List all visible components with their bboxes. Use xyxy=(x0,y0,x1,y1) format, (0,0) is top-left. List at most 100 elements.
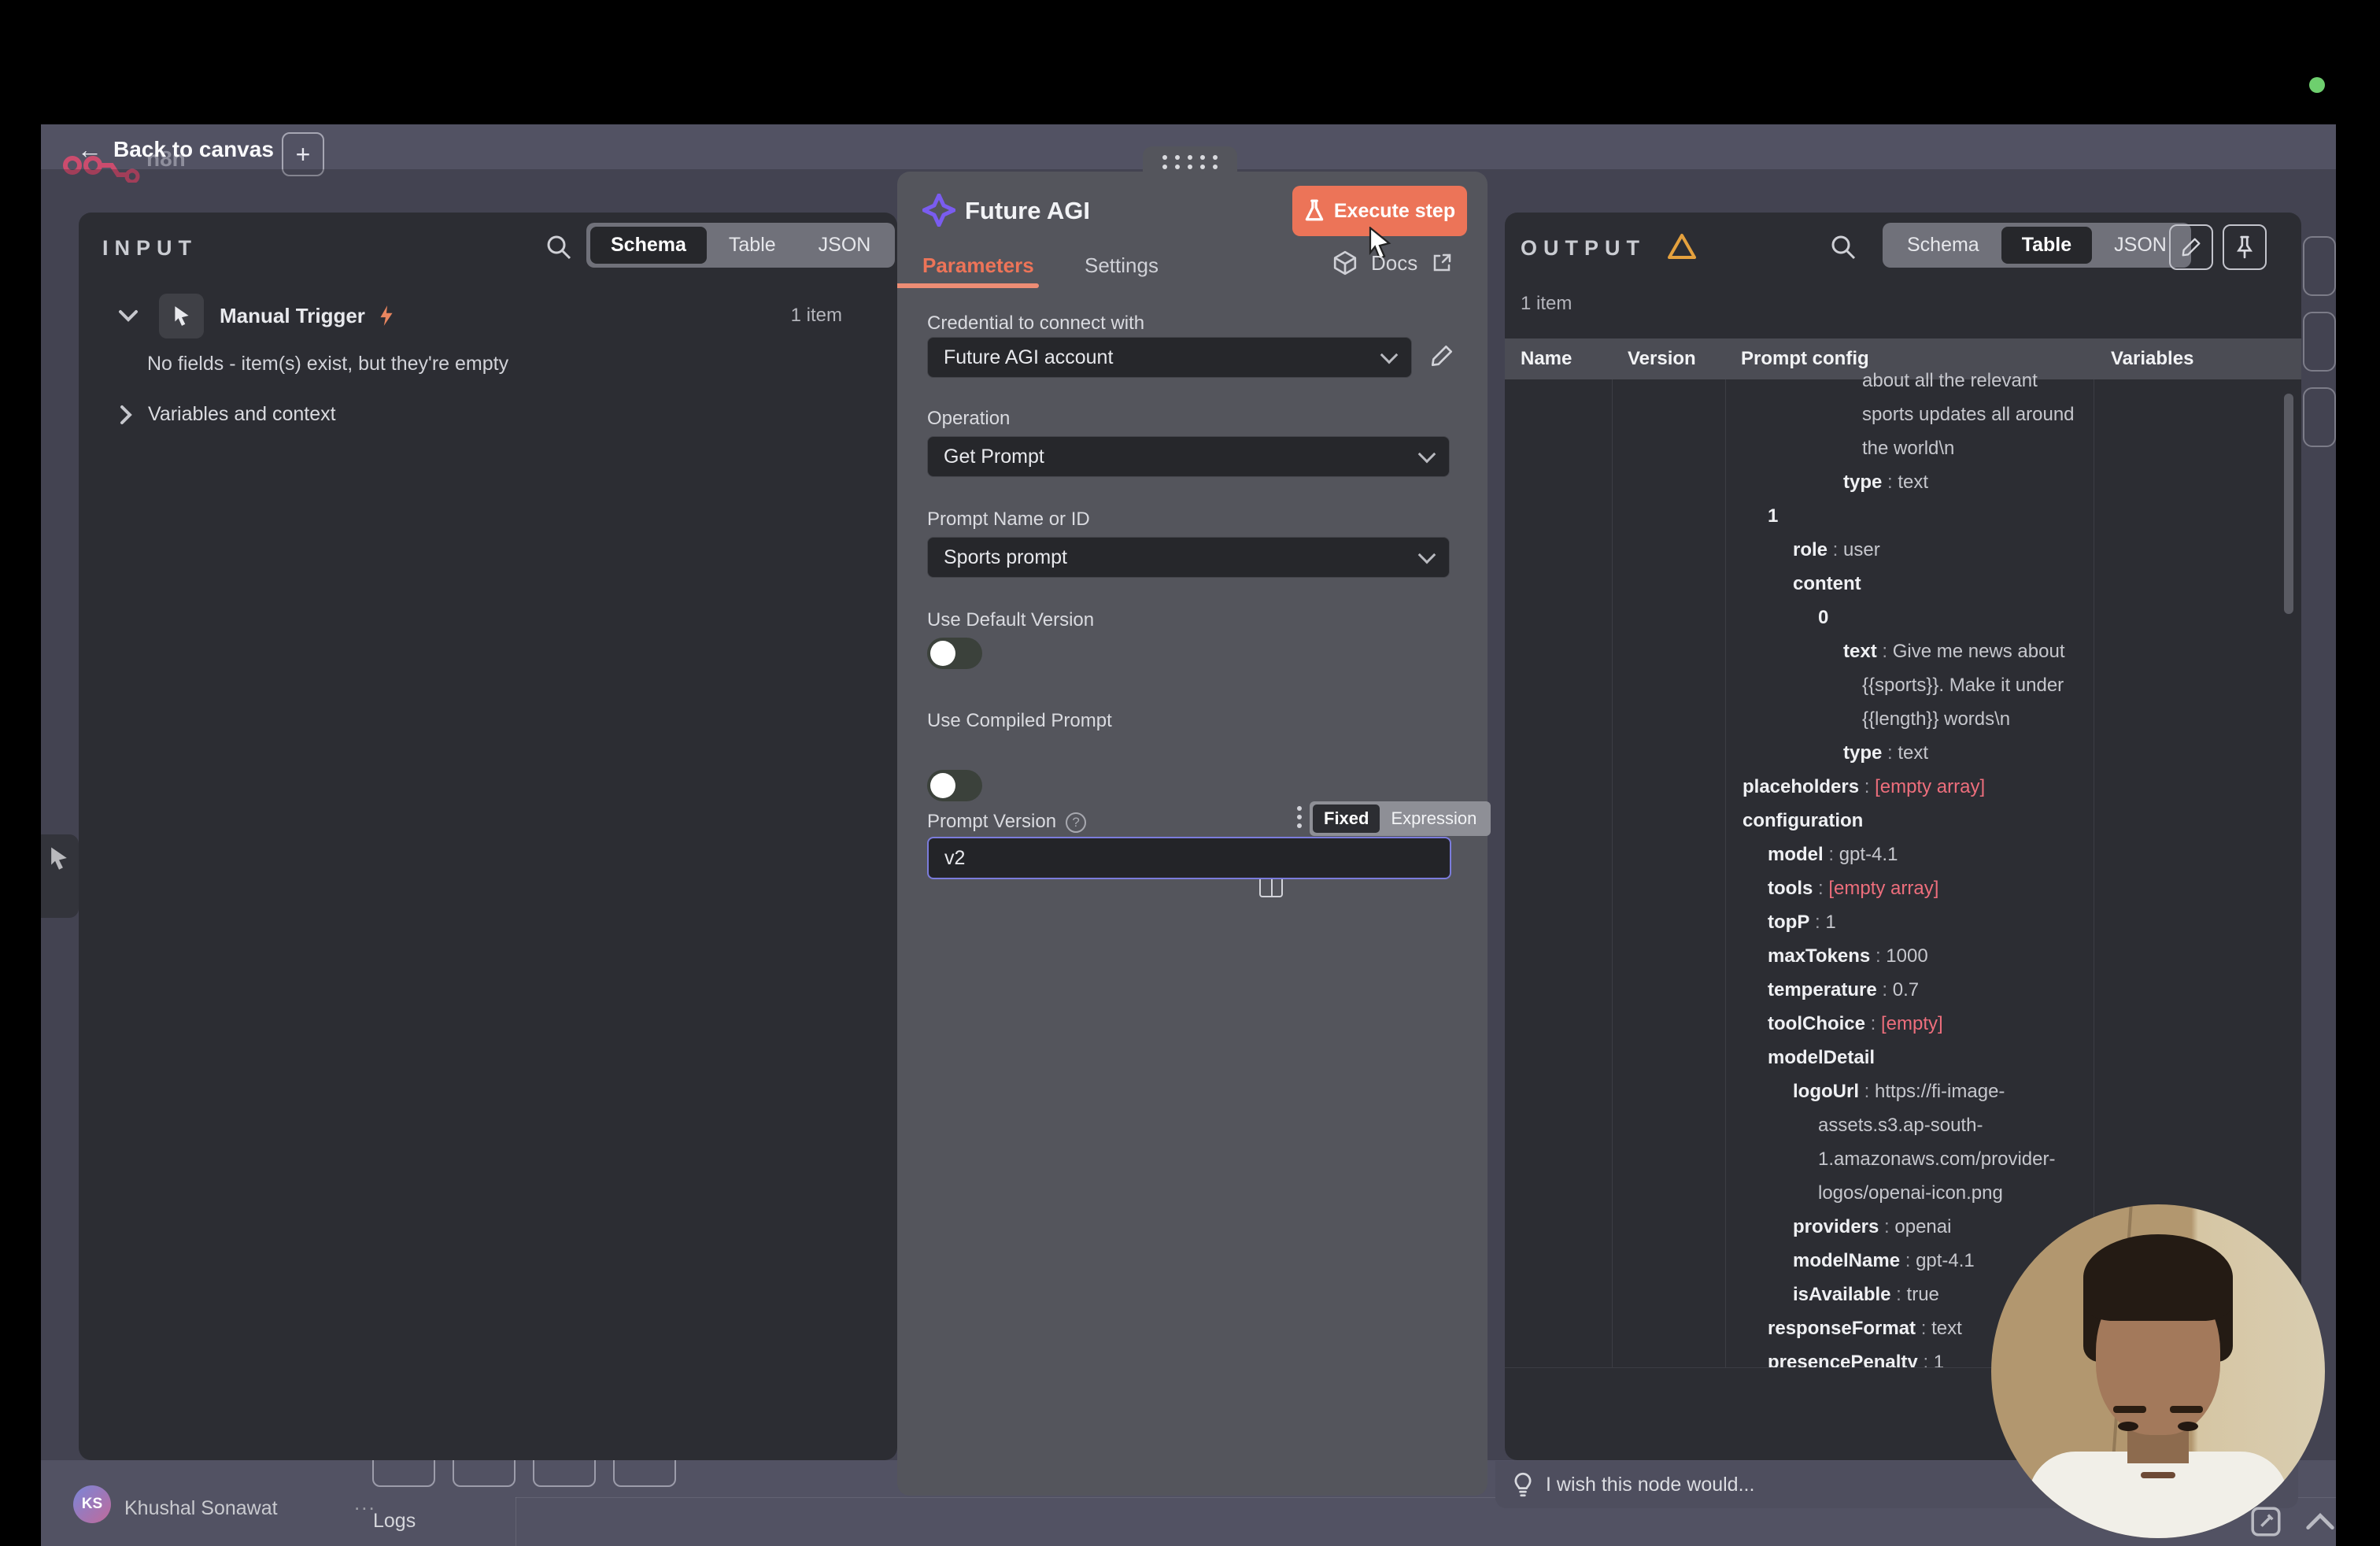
warning-triangle-icon xyxy=(1667,233,1697,260)
json-tree-line: temperature : 0.7 xyxy=(1735,973,2094,1007)
input-search-icon[interactable] xyxy=(545,233,573,261)
json-colon: : xyxy=(1882,742,1898,764)
input-tab-table[interactable]: Table xyxy=(708,227,796,264)
node-icon-future-agi xyxy=(922,194,955,227)
pencil-icon xyxy=(2182,238,2201,257)
prompt-config-cell[interactable]: about all the relevant sports updates all… xyxy=(1735,364,2094,1367)
output-panel-title: OUTPUT xyxy=(1521,236,1646,260)
mode-expression[interactable]: Expression xyxy=(1380,804,1488,833)
back-to-canvas-button[interactable]: ← Back to canvas xyxy=(77,134,274,165)
output-scrollbar-thumb[interactable] xyxy=(2284,394,2293,614)
json-colon: : xyxy=(1828,539,1844,560)
output-tab-schema[interactable]: Schema xyxy=(1887,227,2000,264)
kebab-menu-icon[interactable] xyxy=(1297,806,1302,832)
toggle-knob xyxy=(930,641,955,666)
json-colon: : xyxy=(1865,1013,1882,1034)
json-tree-line: providers : openai xyxy=(1735,1210,2094,1244)
json-tree-line: model : gpt-4.1 xyxy=(1735,838,2094,871)
json-value: true xyxy=(1906,1284,1939,1305)
json-value: the world\n xyxy=(1862,438,1955,459)
lightbulb-icon xyxy=(1514,1472,1532,1497)
person-eye xyxy=(2178,1422,2198,1431)
flask-icon xyxy=(1305,199,1324,221)
json-value: 1000 xyxy=(1886,945,1928,967)
prompt-name-select[interactable]: Sports prompt xyxy=(927,537,1450,578)
trigger-node-row[interactable]: Manual Trigger 1 item xyxy=(118,293,874,338)
logs-label[interactable]: Logs xyxy=(373,1510,416,1533)
toggle-knob xyxy=(930,773,955,798)
json-key: content xyxy=(1793,573,1861,594)
value-mode-switcher: Fixed Expression xyxy=(1310,801,1491,836)
json-tree-line: modelDetail xyxy=(1735,1041,2094,1074)
operation-label: Operation xyxy=(927,408,1011,429)
operation-select[interactable]: Get Prompt xyxy=(927,436,1450,477)
json-value: text xyxy=(1898,742,1929,764)
json-key: toolChoice xyxy=(1768,1013,1865,1034)
output-pin-button[interactable] xyxy=(2223,224,2267,270)
column-divider xyxy=(1612,379,1613,1367)
tab-parameters[interactable]: Parameters xyxy=(922,253,1034,278)
prompt-version-label: Prompt Version? xyxy=(927,811,1087,833)
use-default-version-toggle[interactable] xyxy=(927,638,982,669)
json-key: isAvailable xyxy=(1793,1284,1891,1305)
output-tab-table[interactable]: Table xyxy=(2001,227,2093,264)
json-key: model xyxy=(1768,844,1824,865)
input-view-switcher: Schema Table JSON xyxy=(586,223,896,268)
mode-fixed[interactable]: Fixed xyxy=(1313,804,1380,833)
chevron-down-icon xyxy=(1417,445,1436,464)
json-value: gpt-4.1 xyxy=(1916,1250,1975,1271)
json-colon: : xyxy=(1870,945,1887,967)
person-shirt xyxy=(2028,1452,2288,1538)
variables-and-context-row[interactable]: Variables and context xyxy=(120,403,336,426)
output-search-icon[interactable] xyxy=(1829,233,1857,261)
json-value: user xyxy=(1843,539,1880,560)
json-tree-line: {{length}} words\n xyxy=(1735,702,2094,736)
credential-select[interactable]: Future AGI account xyxy=(927,337,1412,378)
json-value: 1 xyxy=(1825,912,1836,933)
input-tab-json[interactable]: JSON xyxy=(798,227,892,264)
json-tree-line: about all the relevant xyxy=(1735,364,2094,398)
use-compiled-prompt-label: Use Compiled Prompt xyxy=(927,710,1112,731)
json-tree-line: toolChoice : [empty] xyxy=(1735,1007,2094,1041)
manual-trigger-icon xyxy=(159,293,204,338)
node-settings-panel: Future AGI Execute step Parameters Setti… xyxy=(897,172,1491,1496)
json-key: modelDetail xyxy=(1768,1047,1876,1068)
cube-icon xyxy=(1333,250,1357,276)
column-divider xyxy=(1725,379,1726,1367)
json-tree-line: role : user xyxy=(1735,533,2094,567)
docs-link[interactable]: Docs xyxy=(1333,250,1452,276)
chevron-up-icon[interactable] xyxy=(2304,1511,2336,1532)
output-edit-button[interactable] xyxy=(2169,224,2213,270)
json-value: [empty array] xyxy=(1875,776,1986,797)
prompt-version-input[interactable]: v2 xyxy=(927,837,1451,879)
person-eyebrow xyxy=(2113,1406,2146,1413)
help-icon[interactable]: ? xyxy=(1066,812,1087,833)
output-item-count: 1 item xyxy=(1521,293,1572,314)
json-key: providers xyxy=(1793,1216,1879,1237)
json-tree-line: sports updates all around xyxy=(1735,398,2094,431)
trigger-node-name: Manual Trigger xyxy=(220,303,365,327)
json-key: type xyxy=(1843,472,1883,493)
recording-indicator-dot xyxy=(2309,77,2325,93)
json-colon: : xyxy=(1859,1081,1876,1102)
external-link-icon xyxy=(1434,253,1451,272)
credential-edit-icon[interactable] xyxy=(1429,343,1454,368)
use-compiled-prompt-toggle[interactable] xyxy=(927,770,982,801)
json-colon: : xyxy=(1916,1318,1932,1339)
json-colon: : xyxy=(1879,1216,1895,1237)
chevron-down-icon xyxy=(1417,546,1436,564)
lightning-bolt-icon xyxy=(380,305,393,326)
input-tab-schema[interactable]: Schema xyxy=(590,227,707,264)
json-value: Give me news about xyxy=(1892,641,2065,662)
json-value: 0.7 xyxy=(1892,979,1920,1000)
json-colon: : xyxy=(1823,844,1839,865)
tab-settings[interactable]: Settings xyxy=(1085,253,1159,278)
use-default-version-label: Use Default Version xyxy=(927,609,1095,631)
json-colon: : xyxy=(1809,912,1826,933)
avatar[interactable]: KS xyxy=(73,1485,111,1523)
json-key: 0 xyxy=(1818,607,1829,628)
json-value: {{length}} words\n xyxy=(1862,708,2011,730)
json-key: maxTokens xyxy=(1768,945,1871,967)
back-arrow-icon: ← xyxy=(77,135,102,164)
input-panel-title: INPUT xyxy=(102,236,198,260)
